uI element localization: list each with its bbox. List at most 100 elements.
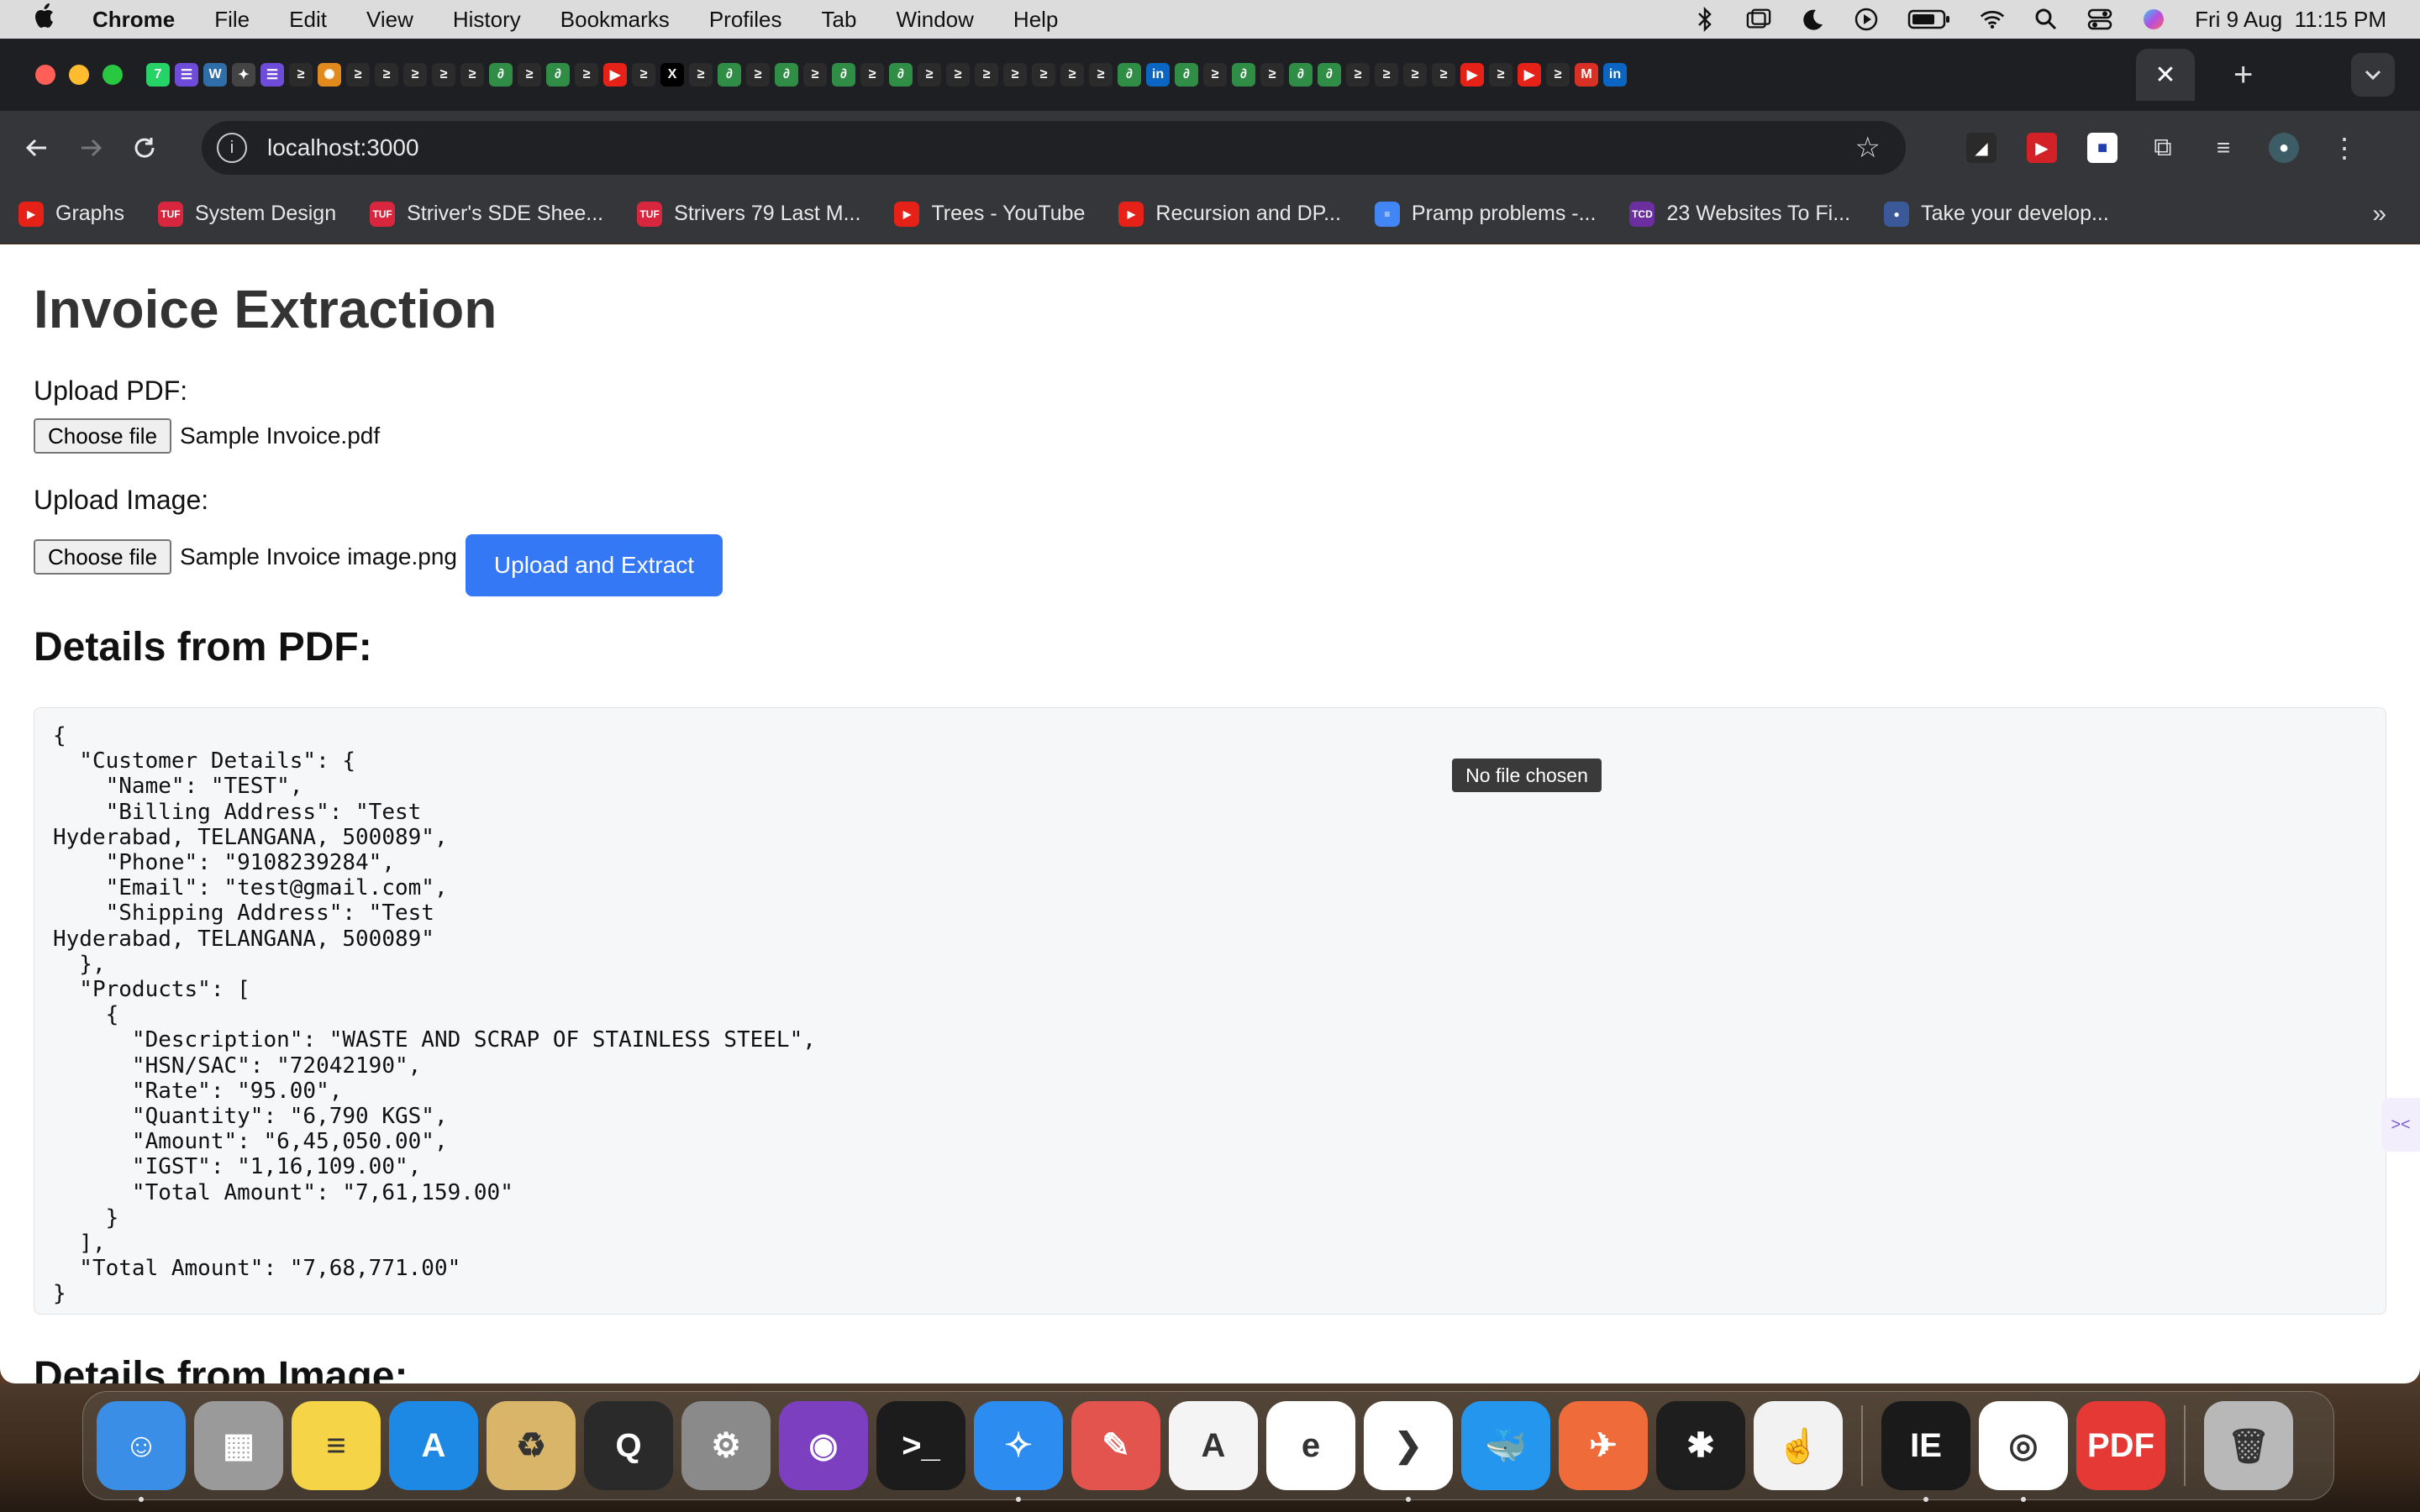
bookmark-star-icon[interactable]: ☆ bbox=[1855, 131, 1881, 165]
spotlight-search-icon[interactable] bbox=[2033, 7, 2059, 32]
vscode-icon[interactable]: ❯ bbox=[1364, 1401, 1453, 1502]
bookmark-item[interactable]: TUF System Design bbox=[157, 201, 336, 227]
youtube-icon[interactable]: ▶ bbox=[1460, 63, 1484, 87]
reload-button[interactable] bbox=[128, 131, 161, 165]
safari-icon[interactable]: ✧ bbox=[974, 1401, 1063, 1502]
leetcode-icon[interactable]: ≥ bbox=[1546, 63, 1570, 87]
bookmark-item[interactable]: ● Take your develop... bbox=[1884, 201, 2109, 227]
menu-profiles[interactable]: Profiles bbox=[709, 7, 782, 33]
greeks-icon[interactable]: ∂ bbox=[546, 63, 570, 87]
image-file-input[interactable]: Choose file Sample Invoice image.png bbox=[34, 539, 457, 575]
url-text[interactable]: localhost:3000 bbox=[267, 134, 419, 161]
menu-help[interactable]: Help bbox=[1013, 7, 1058, 33]
trash-icon[interactable]: 🗑 bbox=[2204, 1401, 2293, 1490]
github-desktop-icon[interactable]: ◉ bbox=[779, 1401, 868, 1490]
leetcode-icon[interactable]: ≥ bbox=[375, 63, 398, 87]
menu-tab[interactable]: Tab bbox=[822, 7, 857, 33]
leetcode-icon[interactable]: ≥ bbox=[1089, 63, 1113, 87]
new-tab-button[interactable]: + bbox=[2233, 56, 2253, 94]
extension-red-icon[interactable]: ▶ bbox=[2027, 133, 2057, 163]
media-queue-icon[interactable]: ≡ bbox=[2208, 133, 2238, 163]
edge-icon[interactable]: e bbox=[1266, 1401, 1355, 1490]
notes-icon[interactable]: ≡ bbox=[292, 1401, 381, 1490]
site-info-icon[interactable]: i bbox=[217, 133, 247, 163]
list-icon[interactable]: ☰ bbox=[260, 63, 284, 87]
extensions-puzzle-icon[interactable]: ⧉ bbox=[2148, 133, 2178, 163]
android-studio-icon[interactable]: A bbox=[1169, 1401, 1258, 1490]
bookmark-item[interactable]: TUF Strivers 79 Last M... bbox=[637, 201, 860, 227]
greeks-icon[interactable]: ∂ bbox=[889, 63, 913, 87]
quicktime-icon[interactable]: Q bbox=[584, 1401, 673, 1490]
address-bar[interactable]: i localhost:3000 ☆ bbox=[202, 121, 1906, 175]
menu-window[interactable]: Window bbox=[896, 7, 973, 33]
back-button[interactable] bbox=[20, 131, 54, 165]
chrome-icon[interactable]: ◎ bbox=[1979, 1401, 2068, 1502]
accessibility-icon[interactable]: ☝ bbox=[1754, 1401, 1843, 1490]
side-panel-handle[interactable]: >< bbox=[2381, 1098, 2420, 1152]
extension-dark-reader-icon[interactable]: ◢ bbox=[1966, 133, 1996, 163]
pdf-expert-icon[interactable]: PDF bbox=[2076, 1401, 2165, 1490]
leetcode-icon[interactable]: ≥ bbox=[1203, 63, 1227, 87]
leetcode-icon[interactable]: ≥ bbox=[975, 63, 998, 87]
leetcode-icon[interactable]: ≥ bbox=[1375, 63, 1398, 87]
leetcode-icon[interactable]: ≥ bbox=[403, 63, 427, 87]
menu-file[interactable]: File bbox=[214, 7, 250, 33]
stripes-icon[interactable]: ✺ bbox=[318, 63, 341, 87]
minimize-window-button[interactable] bbox=[69, 65, 89, 85]
gmail-icon[interactable]: M bbox=[1575, 63, 1598, 87]
greeks-icon[interactable]: ∂ bbox=[1118, 63, 1141, 87]
bookmark-item[interactable]: TCD 23 Websites To Fi... bbox=[1629, 201, 1850, 227]
leetcode-icon[interactable]: ≥ bbox=[746, 63, 770, 87]
launchpad-icon[interactable]: ▦ bbox=[194, 1401, 283, 1490]
list-icon[interactable]: ☰ bbox=[175, 63, 198, 87]
active-tab[interactable]: ✕ bbox=[2136, 49, 2195, 101]
leetcode-icon[interactable]: ≥ bbox=[1003, 63, 1027, 87]
leetcode-icon[interactable]: ≥ bbox=[632, 63, 655, 87]
greeks-icon[interactable]: ∂ bbox=[489, 63, 513, 87]
menu-view[interactable]: View bbox=[366, 7, 413, 33]
battery-icon[interactable] bbox=[1907, 7, 1951, 32]
focus-moon-icon[interactable] bbox=[1800, 7, 1825, 32]
figma-icon[interactable]: ✱ bbox=[1656, 1401, 1745, 1490]
zoom-window-button[interactable] bbox=[103, 65, 123, 85]
bookmark-item[interactable]: ≡ Pramp problems -... bbox=[1374, 201, 1596, 227]
tab-search-button[interactable] bbox=[2351, 53, 2395, 97]
chrome-menu-icon[interactable]: ⋮ bbox=[2329, 133, 2360, 163]
leetcode-icon[interactable]: ≥ bbox=[1403, 63, 1427, 87]
leetcode-icon[interactable]: ≥ bbox=[689, 63, 713, 87]
linkedin-icon[interactable]: in bbox=[1146, 63, 1170, 87]
w-icon[interactable]: W bbox=[203, 63, 227, 87]
greeks-icon[interactable]: ∂ bbox=[1175, 63, 1198, 87]
more-bookmarks-icon[interactable]: » bbox=[2372, 200, 2386, 228]
now-playing-icon[interactable] bbox=[1854, 7, 1879, 32]
leetcode-icon[interactable]: ≥ bbox=[289, 63, 313, 87]
leetcode-icon[interactable]: ≥ bbox=[460, 63, 484, 87]
leetcode-icon[interactable]: ≥ bbox=[946, 63, 970, 87]
menu-edit[interactable]: Edit bbox=[289, 7, 327, 33]
linkedin-icon[interactable]: in bbox=[1603, 63, 1627, 87]
app-store-icon[interactable]: A bbox=[389, 1401, 478, 1490]
rocket-icon[interactable]: ✦ bbox=[232, 63, 255, 87]
apple-icon[interactable] bbox=[34, 3, 59, 36]
finder-icon[interactable]: ☺ bbox=[97, 1401, 186, 1502]
terminal-icon[interactable]: >_ bbox=[876, 1401, 965, 1490]
close-tab-icon[interactable]: ✕ bbox=[2154, 60, 2175, 90]
intellij-icon[interactable]: IE bbox=[1881, 1401, 1970, 1502]
pdf-choose-file-button[interactable]: Choose file bbox=[34, 418, 171, 454]
menu-bookmarks[interactable]: Bookmarks bbox=[560, 7, 670, 33]
pdf-file-input[interactable]: Choose file Sample Invoice.pdf bbox=[34, 418, 380, 454]
screen-mirroring-icon[interactable] bbox=[1746, 7, 1771, 32]
wifi-icon[interactable] bbox=[1980, 7, 2005, 32]
close-window-button[interactable] bbox=[35, 65, 55, 85]
leetcode-icon[interactable]: ≥ bbox=[1489, 63, 1512, 87]
bluetooth-icon[interactable] bbox=[1692, 7, 1718, 32]
leetcode-icon[interactable]: ≥ bbox=[803, 63, 827, 87]
system-settings-icon[interactable]: ⚙ bbox=[681, 1401, 771, 1490]
greeks-icon[interactable]: ∂ bbox=[1289, 63, 1313, 87]
youtube-icon[interactable]: ▶ bbox=[603, 63, 627, 87]
leetcode-icon[interactable]: ≥ bbox=[860, 63, 884, 87]
leetcode-icon[interactable]: ≥ bbox=[432, 63, 455, 87]
greeks-icon[interactable]: ∂ bbox=[718, 63, 741, 87]
leetcode-icon[interactable]: ≥ bbox=[918, 63, 941, 87]
whatsapp-icon[interactable]: 7 bbox=[146, 63, 170, 87]
